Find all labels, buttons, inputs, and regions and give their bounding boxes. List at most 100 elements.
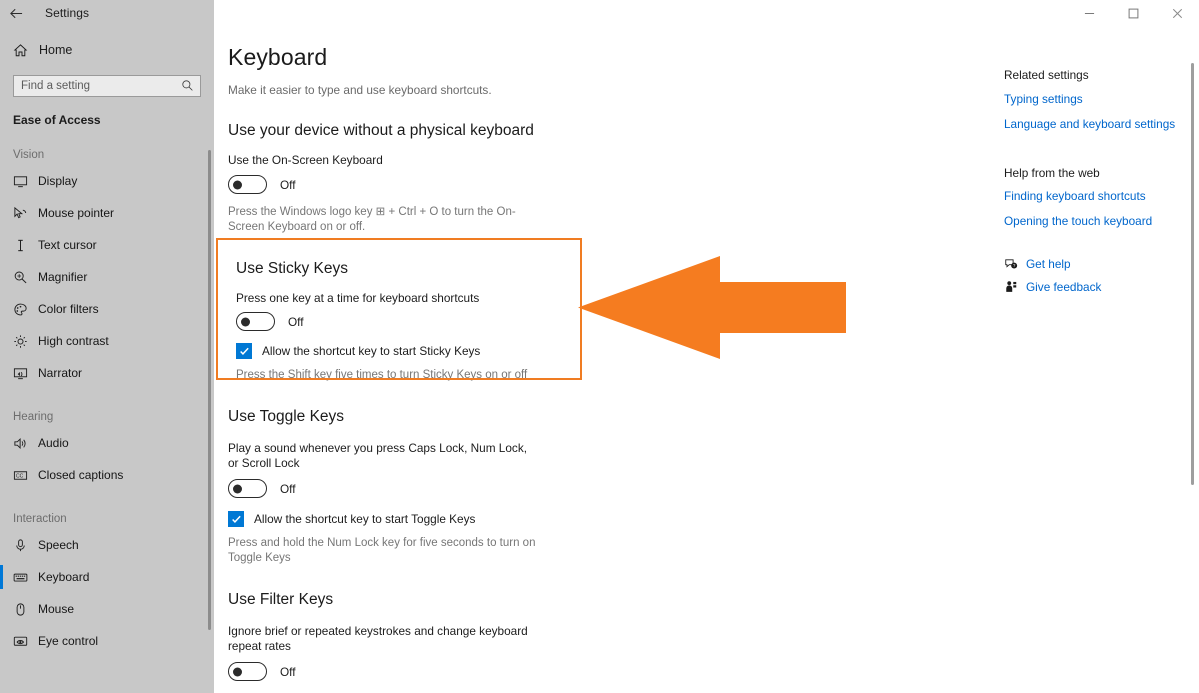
sidebar-item-label: Narrator	[38, 366, 83, 380]
toggle-state-label: Off	[288, 314, 304, 329]
page-subtitle: Make it easier to type and use keyboard …	[228, 83, 492, 97]
sidebar-item-label: Closed captions	[38, 468, 124, 482]
sidebar-group-label: Vision	[13, 149, 45, 161]
sidebar-item-magnifier[interactable]: Magnifier	[0, 261, 214, 293]
sidebar-item-home[interactable]: Home	[0, 33, 214, 67]
checkbox-hint: Press the Shift key five times to turn S…	[236, 369, 528, 381]
onscreen-keyboard-toggle[interactable]	[228, 175, 267, 194]
sidebar-item-label: Display	[38, 174, 78, 188]
home-icon	[13, 43, 39, 58]
narrator-icon	[13, 366, 38, 381]
sidebar-item-narrator[interactable]: Narrator	[0, 357, 214, 389]
settings-window: Home Ease of Access Vision Display Mouse p…	[0, 0, 1199, 693]
toggle-keys-shortcut-checkbox[interactable]	[228, 511, 244, 527]
brightness-icon	[13, 334, 38, 349]
monitor-icon	[13, 174, 38, 189]
get-help-link[interactable]: ? Get help	[1004, 257, 1184, 271]
sidebar-item-audio[interactable]: Audio	[0, 427, 214, 459]
checkbox-label: Allow the shortcut key to start Toggle K…	[254, 512, 476, 526]
sidebar-item-eye-control[interactable]: Eye control	[0, 625, 214, 657]
search-box[interactable]	[13, 75, 201, 97]
sidebar-scrollbar[interactable]	[208, 150, 211, 630]
related-settings-heading: Related settings	[1004, 68, 1089, 82]
sidebar-item-keyboard[interactable]: Keyboard	[0, 561, 214, 593]
toggle-state-label: Off	[280, 664, 296, 679]
section-toggle-keys: Use Toggle Keys Play a sound whenever yo…	[226, 408, 1004, 566]
filter-keys-toggle-row[interactable]: Off	[228, 662, 1004, 681]
checkbox-label: Allow the shortcut key to start Sticky K…	[262, 344, 481, 358]
eye-control-icon	[13, 634, 38, 649]
keyboard-icon	[13, 570, 38, 585]
toggle-keys-shortcut-checkbox-row[interactable]: Allow the shortcut key to start Toggle K…	[228, 511, 1004, 527]
sticky-keys-toggle[interactable]	[236, 312, 275, 331]
sidebar-item-label: Keyboard	[38, 570, 90, 584]
sidebar-item-label: Color filters	[38, 302, 99, 316]
close-button[interactable]	[1155, 0, 1199, 26]
main-scrollbar[interactable]	[1191, 63, 1194, 485]
related-settings-link-0[interactable]: Typing settings	[1004, 92, 1184, 106]
speaker-icon	[13, 436, 38, 451]
sidebar-item-label: High contrast	[38, 334, 109, 348]
title-bar-left: Settings	[0, 0, 214, 26]
section-filter-keys: Use Filter Keys Ignore brief or repeated…	[226, 591, 1004, 693]
help-web-link-1[interactable]: Opening the touch keyboard	[1004, 214, 1184, 228]
sidebar-group-label: Interaction	[13, 513, 67, 525]
toggle-knob	[241, 317, 250, 326]
sidebar: Home Ease of Access Vision Display Mouse p…	[0, 0, 214, 693]
sidebar-item-label: Mouse pointer	[38, 206, 115, 220]
sidebar-item-label: Speech	[38, 538, 79, 552]
mouse-pointer-icon	[13, 206, 38, 221]
color-palette-icon	[13, 302, 38, 317]
search-input[interactable]	[14, 76, 164, 96]
closed-captions-icon: CC	[13, 468, 38, 483]
toggle-keys-toggle-row[interactable]: Off	[228, 479, 1004, 498]
minimize-button[interactable]	[1067, 0, 1111, 26]
section-heading: Use Toggle Keys	[228, 408, 345, 425]
checkbox-hint: Press and hold the Num Lock key for five…	[228, 537, 536, 564]
sidebar-item-display[interactable]: Display	[0, 165, 214, 197]
related-settings-link-1[interactable]: Language and keyboard settings	[1004, 117, 1184, 131]
toggle-keys-toggle[interactable]	[228, 479, 267, 498]
home-label: Home	[39, 43, 73, 57]
sidebar-item-color-filters[interactable]: Color filters	[0, 293, 214, 325]
section-heading: Use Filter Keys	[228, 591, 334, 608]
action-link-label: Give feedback	[1026, 280, 1102, 294]
sidebar-item-mouse[interactable]: Mouse	[0, 593, 214, 625]
sidebar-item-label: Audio	[38, 436, 69, 450]
maximize-button[interactable]	[1111, 0, 1155, 26]
get-help-icon: ?	[1004, 257, 1026, 271]
title-bar: Settings	[0, 0, 1199, 26]
give-feedback-link[interactable]: Give feedback	[1004, 280, 1184, 294]
section-setting-label: Use the On-Screen Keyboard	[228, 153, 383, 167]
right-panel: Related settings Typing settings Language…	[1004, 26, 1184, 693]
help-from-web-heading: Help from the web	[1004, 166, 1100, 180]
window-title: Settings	[45, 6, 90, 20]
sidebar-item-mouse-pointer[interactable]: Mouse pointer	[0, 197, 214, 229]
sidebar-item-label: Mouse	[38, 602, 75, 616]
sidebar-item-high-contrast[interactable]: High contrast	[0, 325, 214, 357]
sidebar-item-label: Eye control	[38, 634, 99, 648]
svg-text:CC: CC	[16, 473, 24, 479]
annotation-arrow-icon	[578, 256, 846, 364]
sidebar-group-label: Hearing	[13, 411, 54, 423]
sidebar-item-text-cursor[interactable]: Text cursor	[0, 229, 214, 261]
toggle-knob	[233, 484, 242, 493]
toggle-knob	[233, 667, 242, 676]
section-hint: Press the Windows logo key ⊞ + Ctrl + O …	[228, 206, 516, 233]
sidebar-item-speech[interactable]: Speech	[0, 529, 214, 561]
sidebar-item-label: Magnifier	[38, 270, 88, 284]
sidebar-item-closed-captions[interactable]: CC Closed captions	[0, 459, 214, 491]
magnifier-icon	[13, 270, 38, 285]
filter-keys-toggle[interactable]	[228, 662, 267, 681]
help-web-link-0[interactable]: Finding keyboard shortcuts	[1004, 189, 1184, 203]
section-onscreen-keyboard: Use your device without a physical keybo…	[226, 122, 1004, 235]
section-setting-label: Ignore brief or repeated keystrokes and …	[228, 624, 528, 653]
search-icon[interactable]	[181, 79, 194, 97]
back-button[interactable]	[0, 0, 32, 26]
sticky-keys-shortcut-checkbox[interactable]	[236, 343, 252, 359]
text-cursor-icon	[13, 238, 38, 253]
section-setting-label: Press one key at a time for keyboard sho…	[236, 291, 480, 305]
onscreen-keyboard-toggle-row[interactable]: Off	[228, 175, 1004, 194]
section-heading: Use your device without a physical keybo…	[228, 122, 534, 139]
action-link-label: Get help	[1026, 257, 1071, 271]
